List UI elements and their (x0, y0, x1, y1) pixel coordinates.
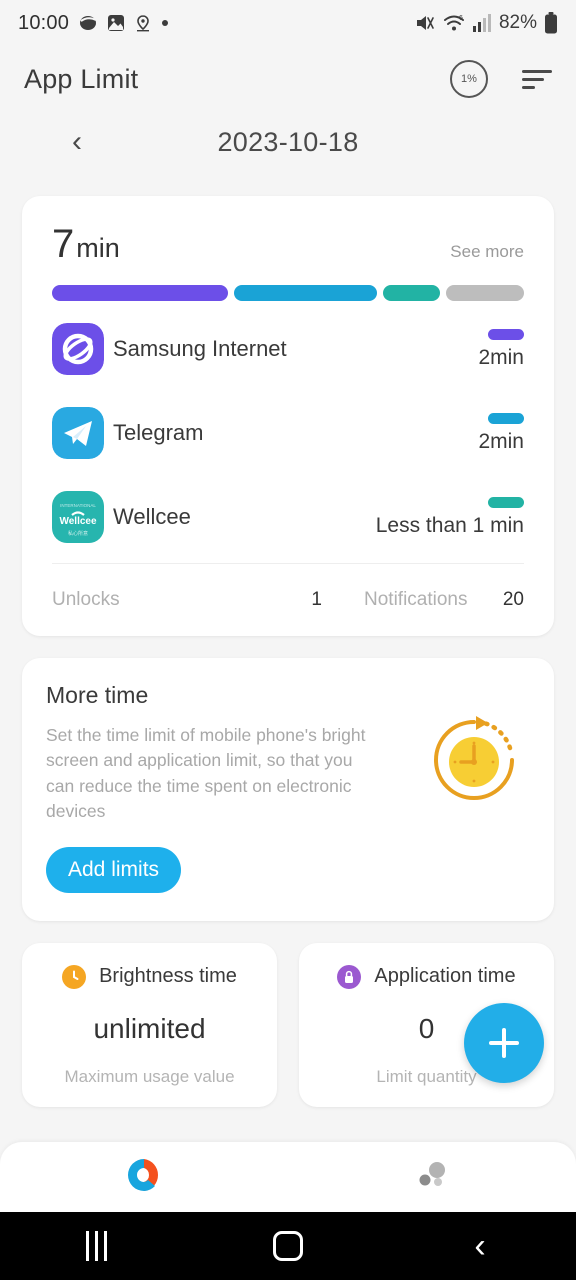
usage-summary-card: 7 min See more Samsung Internet 2min Teleg… (22, 196, 554, 636)
app-usage-time-label: 2min (478, 345, 524, 369)
app-usage-time: 2min (478, 412, 524, 454)
wellcee-icon: INTERNATIONAL Wellcee 私心所意 (52, 491, 104, 543)
app-bar-actions: 1% (450, 60, 552, 98)
status-bar: 10:00 6 82% (0, 0, 576, 46)
bottom-navigation (0, 1142, 576, 1212)
bubbles-icon (410, 1153, 454, 1202)
mute-icon (414, 13, 436, 33)
metric-tile-header: Application time (309, 964, 544, 989)
status-bar-left: 10:00 (18, 12, 169, 35)
percentage-badge-label: 1% (461, 73, 477, 85)
lock-icon (337, 964, 362, 989)
total-usage-unit: min (76, 233, 120, 263)
donut-chart-icon (122, 1153, 166, 1202)
metric-tile[interactable]: Brightness time unlimited Maximum usage va… (22, 942, 277, 1107)
app-usage-list: Samsung Internet 2min Telegram 2min INTERNAT… (46, 307, 530, 559)
summary-header: 7 min See more (46, 222, 530, 267)
percentage-badge-icon[interactable]: 1% (450, 60, 488, 98)
metric-tile-value: unlimited (93, 1012, 206, 1044)
app-name: Telegram (113, 420, 204, 445)
sort-line-2 (522, 77, 544, 81)
sort-line-1 (522, 69, 552, 73)
location-icon (134, 14, 152, 32)
telegram-icon (52, 407, 104, 459)
svg-text:Wellcee: Wellcee (59, 516, 96, 527)
clock-arrow-icon (424, 710, 524, 815)
clock-icon (62, 964, 87, 989)
app-usage-time: 2min (478, 328, 524, 370)
more-time-title: More time (46, 682, 149, 708)
usage-segment-3 (445, 285, 525, 301)
app-usage-pill (488, 412, 524, 424)
notifications-value: 20 (502, 589, 524, 610)
total-usage-value: 7 (52, 222, 75, 266)
status-time: 10:00 (18, 11, 70, 34)
date-navigator: ‹ 2023-10-18 (0, 112, 576, 172)
chevron-left-icon[interactable]: ‹ (72, 127, 82, 157)
battery-percentage: 82% (498, 12, 537, 33)
page-title: App Limit (24, 63, 139, 94)
back-icon[interactable]: ‹ (384, 1229, 576, 1263)
status-bar-right: 6 82% (414, 12, 558, 34)
stats-row: Unlocks 1 Notifications 20 (46, 564, 530, 636)
app-usage-row[interactable]: INTERNATIONAL Wellcee 私心所意 Wellcee Less than… (46, 475, 530, 559)
metric-tile-subtitle: Maximum usage value (64, 1066, 235, 1086)
app-usage-time: Less than 1 min (375, 496, 524, 538)
notifications-label: Notifications (364, 589, 468, 610)
recents-icon[interactable] (0, 1231, 192, 1261)
sort-line-3 (522, 85, 535, 89)
more-time-description: Set the time limit of mobile phone's bri… (46, 725, 366, 822)
date-label: 2023-10-18 (217, 126, 359, 157)
signal-icon (472, 13, 492, 33)
app-usage-row[interactable]: Telegram 2min (46, 391, 530, 475)
weather-icon (78, 13, 98, 33)
app-usage-time-label: Less than 1 min (375, 513, 524, 537)
metric-tile-title: Brightness time (99, 965, 237, 987)
app-usage-pill (488, 496, 524, 508)
add-limits-button[interactable]: Add limits (46, 846, 182, 893)
nav-item-statistics[interactable] (0, 1153, 288, 1202)
android-navigation-bar: ‹ (0, 1212, 576, 1280)
app-name: Samsung Internet (113, 336, 287, 361)
nav-item-apps[interactable] (288, 1153, 576, 1202)
app-usage-time-label: 2min (478, 429, 524, 453)
usage-segment-2 (382, 285, 440, 301)
add-button[interactable] (464, 1003, 544, 1083)
app-usage-pill (488, 328, 524, 340)
svg-text:INTERNATIONAL: INTERNATIONAL (60, 503, 96, 508)
unlocks-label: Unlocks (52, 589, 120, 610)
svg-text:6: 6 (459, 15, 463, 22)
usage-segment-bar (52, 285, 525, 301)
sort-icon[interactable] (522, 69, 552, 89)
more-time-card: More time Set the time limit of mobile p… (22, 658, 554, 921)
svg-text:私心所意: 私心所意 (68, 530, 88, 537)
samsung-internet-icon (52, 323, 104, 375)
unlocks-value: 1 (311, 589, 322, 610)
app-usage-row[interactable]: Samsung Internet 2min (46, 307, 530, 391)
usage-segment-0 (52, 285, 229, 301)
usage-segment-1 (234, 285, 377, 301)
app-bar: App Limit 1% (0, 46, 576, 112)
home-icon[interactable] (192, 1231, 384, 1261)
metric-tile-title: Application time (374, 965, 516, 987)
see-more-link[interactable]: See more (450, 242, 524, 262)
battery-icon (544, 12, 558, 34)
app-name: Wellcee (113, 504, 191, 529)
wifi-icon: 6 (443, 13, 465, 33)
image-icon (107, 14, 125, 32)
dot-icon (161, 19, 169, 27)
metric-tile-header: Brightness time (32, 964, 267, 989)
